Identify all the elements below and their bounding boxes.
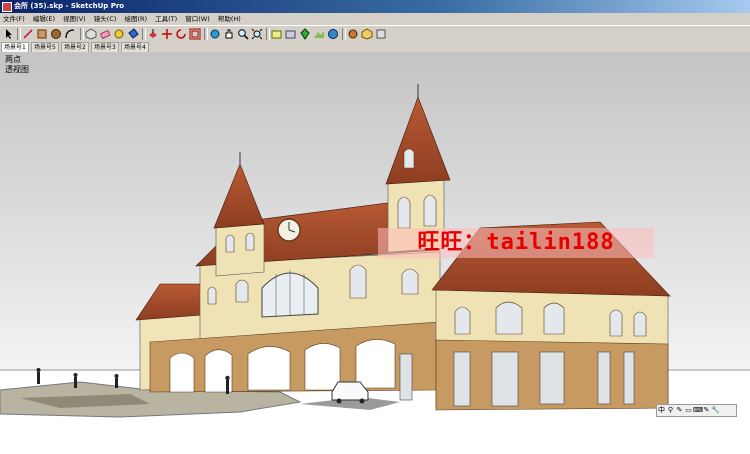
sketchup-app-icon (2, 2, 12, 12)
menu-view[interactable]: 视图(V) (63, 15, 86, 23)
share-model-icon[interactable] (285, 28, 297, 40)
zoom-extents-icon[interactable] (251, 28, 263, 40)
select-tool-icon[interactable] (3, 28, 15, 40)
ime-settings-icon[interactable]: 🔧 (711, 405, 720, 416)
arc-tool-icon[interactable] (64, 28, 76, 40)
orbit-icon[interactable] (209, 28, 221, 40)
push-pull-icon[interactable] (147, 28, 159, 40)
tape-measure-icon[interactable] (113, 28, 125, 40)
ime-softkey-icon[interactable]: ⌨ (693, 405, 703, 416)
title-bar: 会所 (35).skp - SketchUp Pro (0, 0, 750, 13)
model-viewport[interactable]: 两点 透视图 旺旺：tailin188 中 ⚲ ✎ ▭⌨✎ 🔧 (0, 52, 750, 454)
menu-file[interactable]: 文件(F) (3, 15, 25, 23)
eraser-icon[interactable] (99, 28, 111, 40)
share-component-icon[interactable] (361, 28, 373, 40)
toolbar-separator (342, 28, 346, 40)
circle-tool-icon[interactable] (50, 28, 62, 40)
ime-moon-icon[interactable]: ⚲ (666, 405, 675, 416)
ime-status-bar: 中 ⚲ ✎ ▭⌨✎ 🔧 (656, 404, 737, 417)
window-title: 会所 (35).skp - SketchUp Pro (14, 2, 125, 10)
google-earth-icon[interactable] (327, 28, 339, 40)
add-location-icon[interactable] (299, 28, 311, 40)
toolbar-separator (17, 28, 21, 40)
paint-bucket-icon[interactable] (127, 28, 139, 40)
toolbar-separator (266, 28, 270, 40)
menu-tools[interactable]: 工具(T) (155, 15, 177, 23)
line-tool-icon[interactable] (22, 28, 34, 40)
toolbar-separator (142, 28, 146, 40)
projection-label: 透视图 (5, 65, 29, 74)
offset-icon[interactable] (189, 28, 201, 40)
menu-edit[interactable]: 编辑(E) (33, 15, 55, 23)
pan-icon[interactable] (223, 28, 235, 40)
menu-draw[interactable]: 绘图(R) (124, 15, 147, 23)
get-models-icon[interactable] (271, 28, 283, 40)
ime-keyboard-icon[interactable]: ▭ (684, 405, 693, 416)
rotate-icon[interactable] (175, 28, 187, 40)
zoom-icon[interactable] (237, 28, 249, 40)
extension-warehouse-icon[interactable] (375, 28, 387, 40)
watermark-text: 旺旺：tailin188 (378, 228, 654, 258)
make-component-icon[interactable] (85, 28, 97, 40)
menu-bar: 文件(F) 编辑(E) 视图(V) 镜头(C) 绘图(R) 工具(T) 窗口(W… (0, 13, 750, 25)
toggle-terrain-icon[interactable] (313, 28, 325, 40)
menu-help[interactable]: 帮助(H) (218, 15, 241, 23)
scene-tabs: 场景号1 场景号5 场景号2 场景号3 场景号4 (0, 42, 750, 53)
menu-camera[interactable]: 镜头(C) (94, 15, 117, 23)
move-icon[interactable] (161, 28, 173, 40)
ime-pen-icon[interactable]: ✎ (702, 405, 711, 416)
toolbar-separator (80, 28, 84, 40)
menu-window[interactable]: 窗口(W) (185, 15, 210, 23)
get-photo-texture-icon[interactable] (347, 28, 359, 40)
toolbar-separator (204, 28, 208, 40)
rectangle-tool-icon[interactable] (36, 28, 48, 40)
ime-language[interactable]: 中 (657, 405, 666, 416)
ime-punct-icon[interactable]: ✎ (675, 405, 684, 416)
